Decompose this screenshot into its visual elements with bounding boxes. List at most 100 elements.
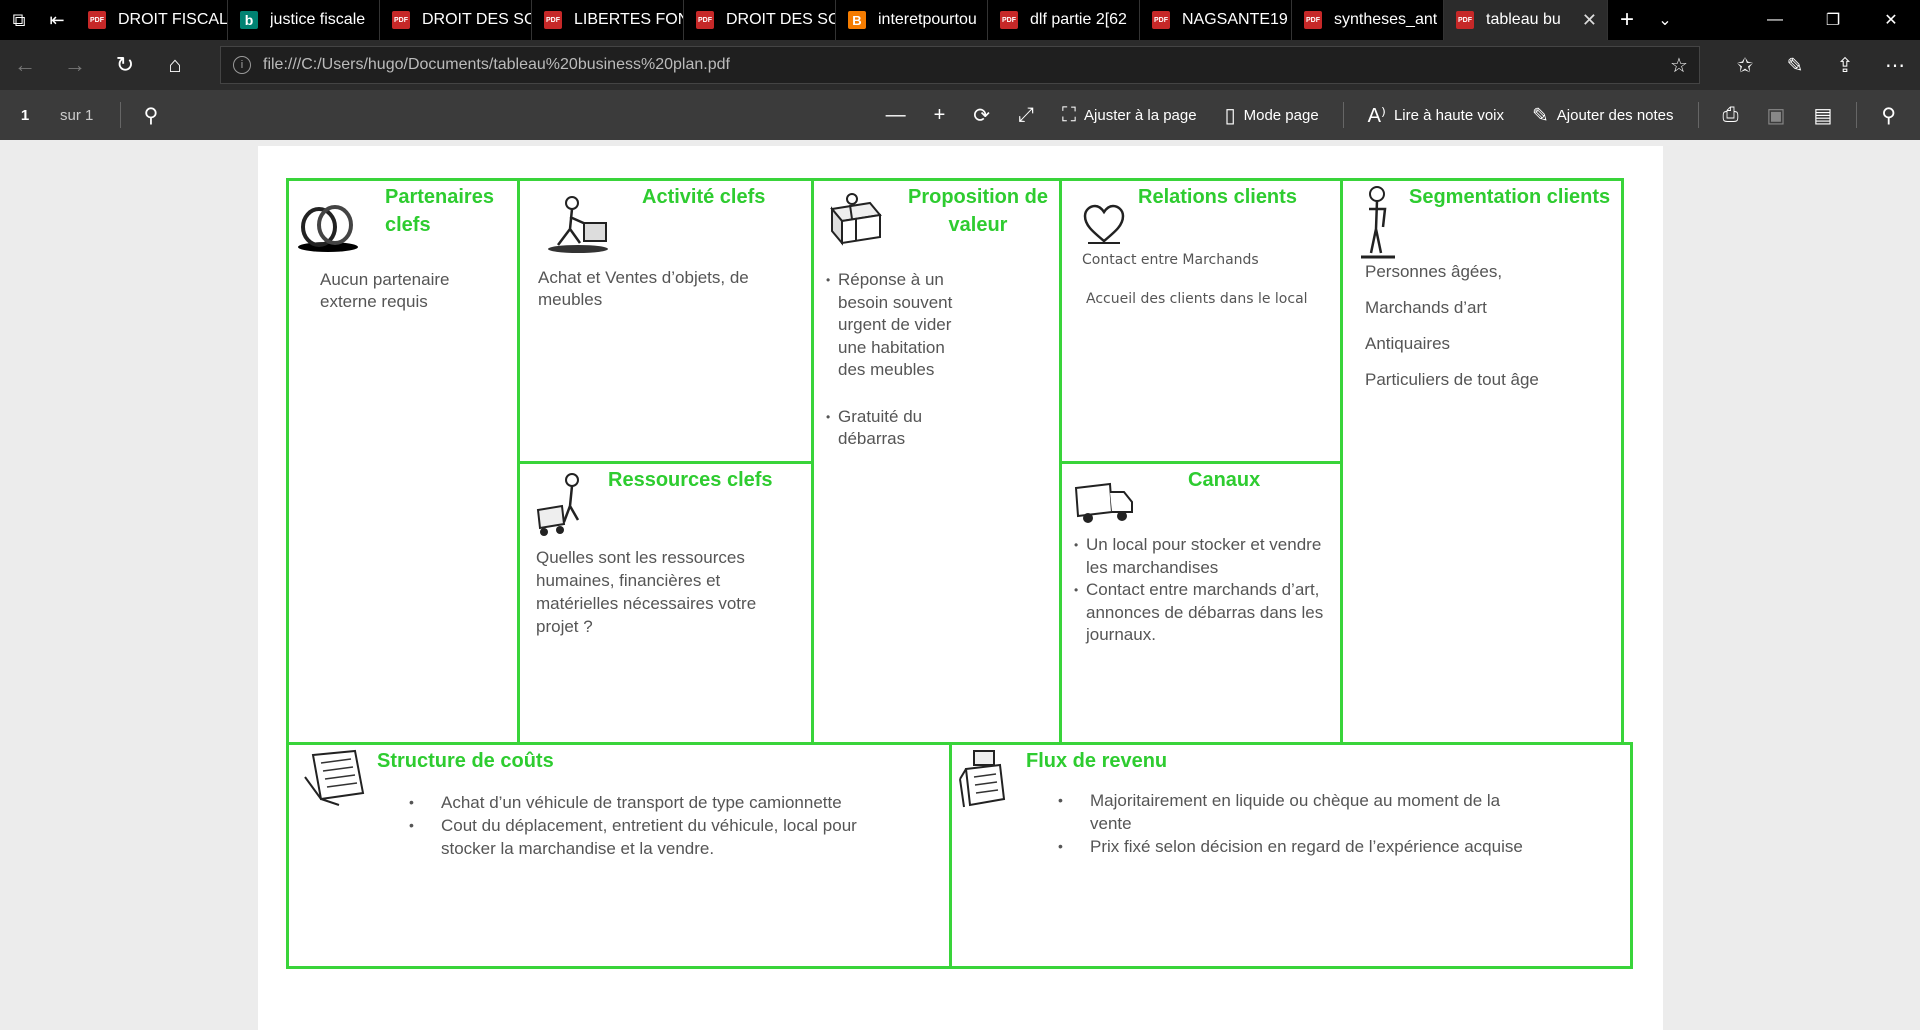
tab-libertes-fon[interactable]: PDF LIBERTES FON: [532, 0, 684, 40]
list-item: Gratuité du débarras: [826, 406, 956, 451]
address-url[interactable]: file:///C:/Users/hugo/Documents/tableau%…: [263, 56, 1659, 74]
save-as-button[interactable]: ▤: [1799, 90, 1846, 140]
list-item: Un local pour stocker et vendre les marc…: [1074, 534, 1334, 579]
refresh-icon[interactable]: ↻: [100, 40, 150, 90]
list-item: Contact entre marchands d’art, annonces …: [1074, 579, 1334, 647]
pin-icon: ⚲: [1881, 104, 1896, 127]
cell-title: Structure de coûts: [377, 750, 554, 772]
tab-syntheses[interactable]: PDF syntheses_ant: [1292, 0, 1444, 40]
pdf-icon: PDF: [1456, 11, 1474, 29]
tab-label: DROIT FISCAL: [118, 11, 227, 28]
tab-dlf-partie[interactable]: PDF dlf partie 2[62: [988, 0, 1140, 40]
tab-label: interetpourtou: [878, 11, 977, 28]
cell-title: Proposition de valeur: [898, 183, 1058, 239]
tab-label: LIBERTES FON: [574, 11, 683, 28]
restore-icon[interactable]: ❐: [1804, 0, 1862, 40]
minus-icon: —: [885, 103, 906, 126]
read-aloud-label: Lire à haute voix: [1393, 106, 1505, 124]
tab-justice-fiscale[interactable]: b justice fiscale: [228, 0, 380, 40]
tab-droit-des-sc-2[interactable]: PDF DROIT DES SC: [684, 0, 836, 40]
home-icon[interactable]: ⌂: [150, 40, 200, 90]
add-notes-button[interactable]: ✎ Ajouter des notes: [1518, 90, 1688, 140]
cell-segmentation: Segmentation clients Personnes âgées, Ma…: [1340, 178, 1624, 745]
list-item: Majoritairement en liquide ou chèque au …: [1058, 789, 1528, 835]
segment-item: Personnes âgées,: [1365, 262, 1503, 281]
bing-icon: b: [240, 11, 258, 29]
read-aloud-button[interactable]: A⁾ Lire à haute voix: [1354, 90, 1518, 140]
fullscreen-button[interactable]: ⤢: [1004, 90, 1048, 140]
pen-icon[interactable]: ✎: [1770, 53, 1820, 78]
title-line: Proposition de: [908, 186, 1048, 208]
cell-partenaires: Partenaires clefs Aucun partenaire exter…: [286, 178, 520, 745]
address-bar[interactable]: i file:///C:/Users/hugo/Documents/tablea…: [220, 46, 1700, 84]
page-number-input[interactable]: 1: [0, 107, 50, 124]
page-mode-label: Mode page: [1243, 106, 1319, 124]
pdf-page: Partenaires clefs Aucun partenaire exter…: [258, 146, 1663, 1030]
print-button[interactable]: ⎙: [1709, 90, 1753, 140]
save-as-icon: ▤: [1813, 104, 1833, 127]
zoom-out-button[interactable]: —: [872, 90, 920, 140]
cell-text: Contact entre Marchands: [1082, 252, 1259, 268]
pen-icon: ✎: [1532, 104, 1549, 127]
segment-item: Marchands d’art: [1365, 298, 1487, 317]
title-line: valeur: [948, 214, 1008, 236]
chevron-down-icon[interactable]: ⌄: [1646, 10, 1684, 30]
tab-nagsante[interactable]: PDF NAGSANTE19: [1140, 0, 1292, 40]
search-icon[interactable]: ⚲: [131, 103, 171, 128]
share-icon[interactable]: ⇪: [1820, 53, 1870, 78]
truck-icon: [1072, 478, 1136, 526]
receipt-icon: [299, 749, 369, 809]
minimize-icon[interactable]: —: [1746, 0, 1804, 40]
back-icon[interactable]: ←: [0, 40, 50, 90]
rotate-button[interactable]: ⟳: [959, 90, 1004, 140]
pdf-icon: PDF: [544, 11, 562, 29]
page-mode-button[interactable]: ▯ Mode page: [1211, 90, 1333, 140]
standing-person-icon: [1359, 185, 1399, 261]
read-aloud-icon: A⁾: [1367, 104, 1386, 127]
close-tab-icon[interactable]: ✕: [1582, 10, 1597, 31]
cost-list: Achat d’un véhicule de transport de type…: [409, 791, 909, 860]
cell-title: Flux de revenu: [1026, 750, 1168, 772]
cell-title: Relations clients: [1138, 186, 1297, 208]
pin-toolbar-button[interactable]: ⚲: [1867, 90, 1910, 140]
new-tab-icon[interactable]: +: [1608, 6, 1646, 34]
tab-droit-des-sc[interactable]: PDF DROIT DES SC: [380, 0, 532, 40]
fit-page-button[interactable]: ⛶ Ajuster à la page: [1048, 90, 1211, 140]
save-button[interactable]: ▣: [1753, 90, 1800, 140]
save-icon: ▣: [1766, 104, 1786, 127]
gift-box-icon: [826, 191, 886, 247]
pdf-icon: PDF: [696, 11, 714, 29]
zoom-in-button[interactable]: +: [920, 90, 960, 140]
rings-icon: [295, 199, 361, 253]
tab-label: justice fiscale: [270, 11, 366, 28]
tab-tableau-business[interactable]: PDF tableau bu ✕: [1444, 0, 1608, 40]
tab-actions-icon[interactable]: ⧉: [0, 0, 38, 40]
add-notes-label: Ajouter des notes: [1556, 106, 1674, 124]
person-pushing-cart-icon: [534, 472, 604, 538]
expand-icon: ⤢: [1018, 103, 1035, 126]
more-icon[interactable]: ⋯: [1870, 53, 1920, 78]
set-aside-tabs-icon[interactable]: ⇤: [38, 0, 76, 40]
segment-item: Antiquaires: [1365, 334, 1451, 353]
cell-title: Ressources clefs: [608, 469, 773, 491]
cell-title: Canaux: [1188, 469, 1261, 491]
blogger-icon: B: [848, 11, 866, 29]
info-icon[interactable]: i: [233, 56, 251, 74]
revenue-list: Majoritairement en liquide ou chèque au …: [1058, 789, 1598, 858]
favorites-icon[interactable]: ✩: [1720, 53, 1770, 78]
cell-ressources: Ressources clefs Quelles sont les ressou…: [517, 461, 814, 745]
tab-interetpourtous[interactable]: B interetpourtou: [836, 0, 988, 40]
fit-page-icon: ⛶: [1062, 103, 1077, 126]
forward-icon[interactable]: →: [50, 40, 100, 90]
navigation-bar: ← → ↻ ⌂ i file:///C:/Users/hugo/Document…: [0, 40, 1920, 90]
cell-title: Activité clefs: [642, 186, 766, 208]
cell-canaux: Canaux Un local pour stocker et vendre l…: [1059, 461, 1343, 745]
tab-droit-fiscal[interactable]: PDF DROIT FISCAL: [76, 0, 228, 40]
value-list: Réponse à un besoin souvent urgent de vi…: [826, 269, 956, 451]
pdf-viewer[interactable]: Partenaires clefs Aucun partenaire exter…: [0, 140, 1920, 1030]
print-icon: ⎙: [1722, 103, 1739, 126]
cell-relations: Relations clients Contact entre Marchand…: [1059, 178, 1343, 464]
channel-list: Un local pour stocker et vendre les marc…: [1074, 534, 1334, 647]
favorite-star-icon[interactable]: ☆: [1659, 53, 1699, 78]
close-window-icon[interactable]: ✕: [1862, 0, 1920, 40]
